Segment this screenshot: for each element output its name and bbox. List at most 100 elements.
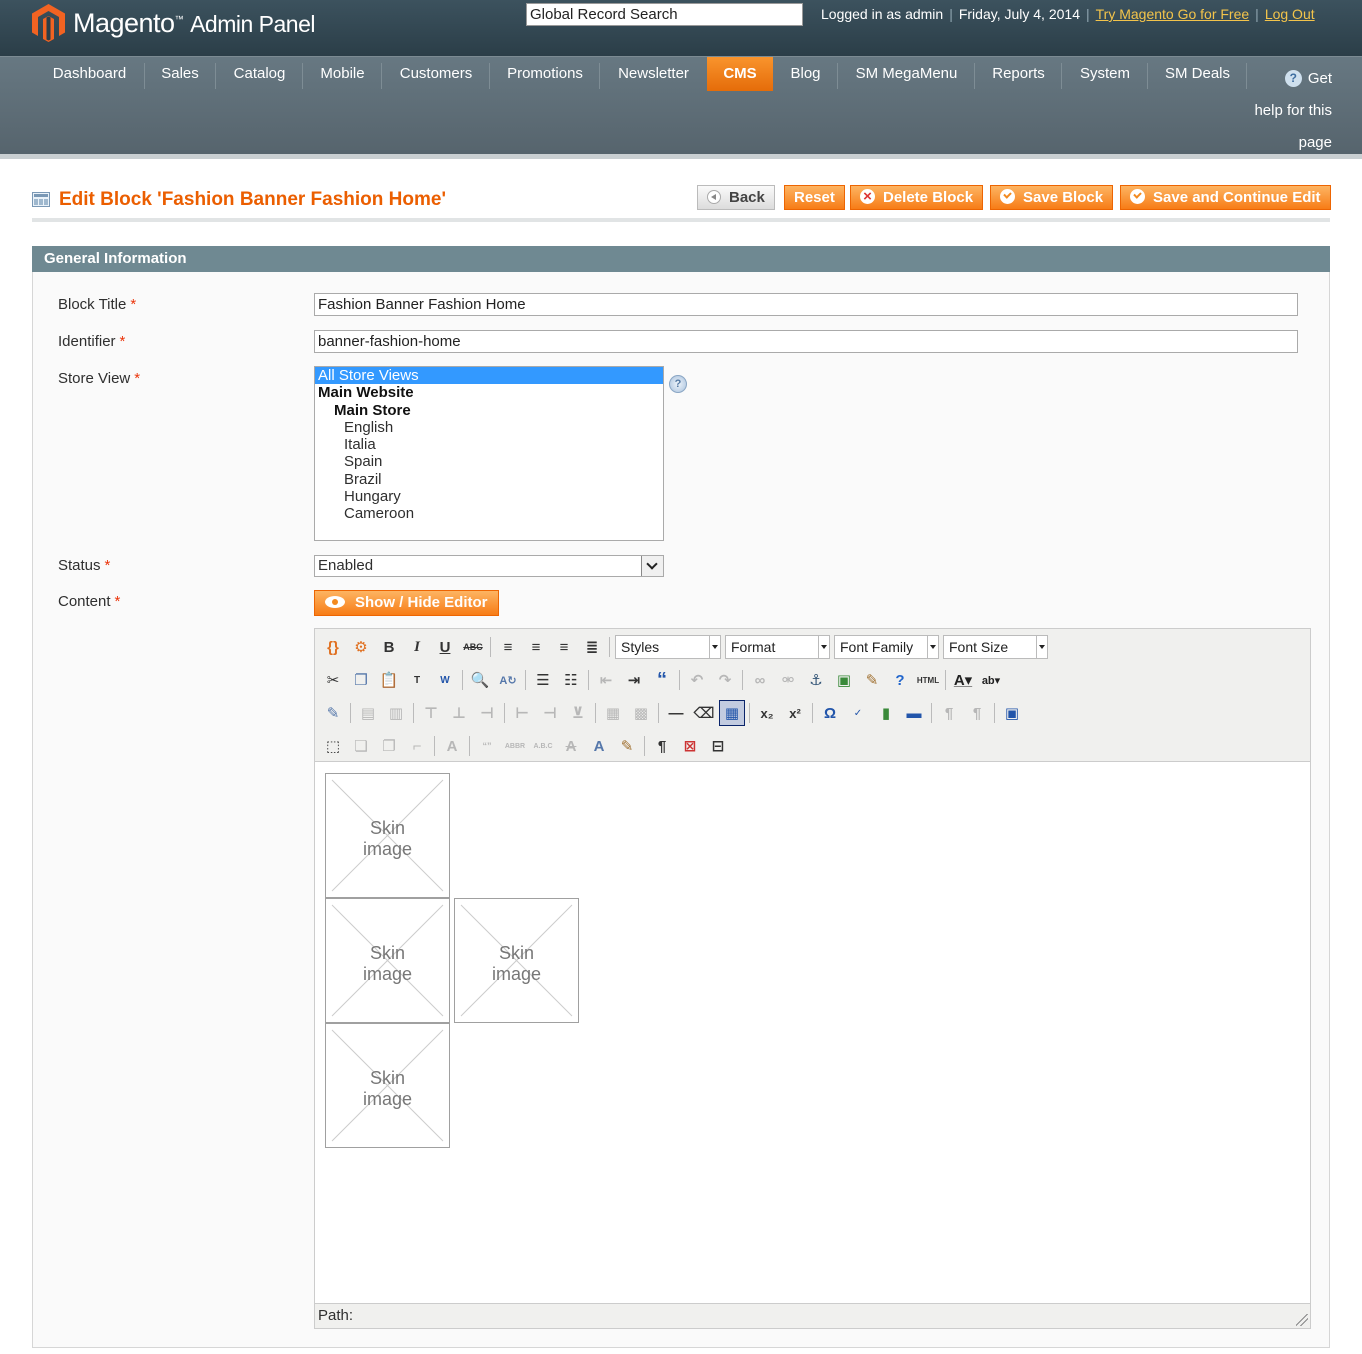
move-backward-icon[interactable]: ❐ [376, 733, 402, 759]
paste-text-icon[interactable]: T [404, 667, 430, 693]
attributes-icon[interactable]: ✎ [614, 733, 640, 759]
strikethrough-icon[interactable]: ABC [460, 634, 486, 660]
numbered-list-icon[interactable]: ☷ [558, 667, 584, 693]
help-link[interactable]: ? Get help for this page [1246, 63, 1332, 159]
media-icon[interactable]: ▮ [873, 700, 899, 726]
insert-col-before-icon[interactable]: ⊢ [509, 700, 535, 726]
undo-icon[interactable]: ↶ [684, 667, 710, 693]
cite-icon[interactable]: “” [474, 733, 500, 759]
indent-icon[interactable]: ⇥ [621, 667, 647, 693]
nav-promotions[interactable]: Promotions [491, 57, 599, 91]
acronym-icon[interactable]: A.B.C [530, 733, 556, 759]
text-color-icon[interactable]: A▾ [950, 667, 976, 693]
fullscreen-icon[interactable]: ▣ [999, 700, 1025, 726]
nav-reports[interactable]: Reports [976, 57, 1061, 91]
nav-sales[interactable]: Sales [146, 57, 214, 91]
blockquote-icon[interactable]: “ [649, 667, 675, 693]
skin-image-placeholder[interactable]: Skin image [325, 1023, 450, 1148]
superscript-icon[interactable]: x² [782, 700, 808, 726]
insert-layer-box-icon[interactable]: ⬚ [320, 733, 346, 759]
bold-icon[interactable]: B [376, 634, 402, 660]
font-family-dropdown[interactable]: Font Family [834, 635, 939, 659]
align-center-icon[interactable]: ≡ [523, 634, 549, 660]
underline-icon[interactable]: U [432, 634, 458, 660]
nav-blog[interactable]: Blog [774, 57, 837, 91]
align-right-icon[interactable]: ≡ [551, 634, 577, 660]
visual-chars-icon[interactable]: ¶ [649, 733, 675, 759]
skin-image-placeholder[interactable]: Skin image [454, 898, 579, 1023]
store-option-spain[interactable]: Spain [315, 453, 663, 470]
insert-row-after-icon[interactable]: ⊥ [446, 700, 472, 726]
font-size-dropdown[interactable]: Font Size [943, 635, 1048, 659]
nav-customers[interactable]: Customers [383, 57, 489, 91]
absolute-position-icon[interactable]: ⌐ [404, 733, 430, 759]
try-magento-go-link[interactable]: Try Magento Go for Free [1096, 6, 1250, 22]
align-justify-icon[interactable]: ≣ [579, 634, 605, 660]
replace-icon[interactable]: A↻ [495, 667, 521, 693]
cleanup-icon[interactable]: ✎ [859, 667, 885, 693]
delete-row-icon[interactable]: ⊣ [474, 700, 500, 726]
skin-image-placeholder[interactable]: Skin image [325, 898, 450, 1023]
nav-cms[interactable]: CMS [707, 57, 773, 91]
table-props-icon[interactable]: ✎ [320, 700, 346, 726]
ins-icon[interactable]: A [586, 733, 612, 759]
nav-sm-deals[interactable]: SM Deals [1149, 57, 1246, 91]
status-select[interactable]: Enabled [314, 555, 664, 577]
save-continue-button[interactable]: Save and Continue Edit [1120, 185, 1331, 210]
spellcheck-icon[interactable]: ✓ [845, 700, 871, 726]
italic-icon[interactable]: I [404, 634, 430, 660]
find-icon[interactable]: 🔍 [467, 667, 493, 693]
link-icon[interactable]: ∞ [747, 667, 773, 693]
store-view-multiselect[interactable]: All Store Views Main Website Main Store … [314, 366, 664, 541]
cell-props-icon[interactable]: ▥ [383, 700, 409, 726]
unlink-icon[interactable]: ⚮ [775, 667, 801, 693]
paste-icon[interactable]: 📋 [376, 667, 402, 693]
help-icon[interactable]: ? [669, 375, 687, 393]
nav-catalog[interactable]: Catalog [217, 57, 302, 91]
image-icon[interactable]: ▣ [831, 667, 857, 693]
nav-newsletter[interactable]: Newsletter [601, 57, 706, 91]
editor-content-area[interactable]: Skin image Skin image Skin image Skin image [315, 763, 1310, 1303]
delete-block-button[interactable]: Delete Block [850, 185, 984, 210]
html-source-icon[interactable]: HTML [915, 667, 941, 693]
anchor-icon[interactable]: ⚓ [803, 667, 829, 693]
global-search-input[interactable] [526, 3, 803, 26]
reset-button[interactable]: Reset [784, 185, 845, 210]
store-option-hungary[interactable]: Hungary [315, 488, 663, 505]
outdent-icon[interactable]: ⇤ [593, 667, 619, 693]
special-char-icon[interactable]: Ω [817, 700, 843, 726]
nav-dashboard[interactable]: Dashboard [36, 57, 143, 91]
bullet-list-icon[interactable]: ☰ [530, 667, 556, 693]
back-button[interactable]: Back [697, 185, 775, 210]
format-dropdown[interactable]: Format [725, 635, 830, 659]
delete-col-icon[interactable]: ⊻ [565, 700, 591, 726]
merge-cells-icon[interactable]: ▩ [628, 700, 654, 726]
style-props-icon[interactable]: A [439, 733, 465, 759]
help-icon[interactable]: ? [887, 667, 913, 693]
store-option-italia[interactable]: Italia [315, 436, 663, 453]
nav-mobile[interactable]: Mobile [304, 57, 381, 91]
align-left-icon[interactable]: ≡ [495, 634, 521, 660]
store-option-english[interactable]: English [315, 419, 663, 436]
store-option-all[interactable]: All Store Views [315, 367, 663, 385]
store-option-brazil[interactable]: Brazil [315, 471, 663, 488]
paste-word-icon[interactable]: W [432, 667, 458, 693]
nav-sm-megamenu[interactable]: SM MegaMenu [839, 57, 974, 91]
resize-handle-icon[interactable] [1296, 1314, 1308, 1326]
remove-format-icon[interactable]: ⌫ [691, 700, 717, 726]
move-forward-icon[interactable]: ❏ [348, 733, 374, 759]
subscript-icon[interactable]: x₂ [754, 700, 780, 726]
show-hide-editor-button[interactable]: Show / Hide Editor [314, 590, 499, 616]
ltr-icon[interactable]: ¶ [936, 700, 962, 726]
copy-icon[interactable]: ❐ [348, 667, 374, 693]
logout-link[interactable]: Log Out [1265, 6, 1315, 22]
abbr-icon[interactable]: ABBR [502, 733, 528, 759]
nonbreaking-icon[interactable]: ⊠ [677, 733, 703, 759]
row-props-icon[interactable]: ▤ [355, 700, 381, 726]
horizontal-rule-icon[interactable]: — [663, 700, 689, 726]
store-option-cameroon[interactable]: Cameroon [315, 505, 663, 522]
redo-icon[interactable]: ↷ [712, 667, 738, 693]
insert-variable-icon[interactable]: ⚙ [348, 634, 374, 660]
styles-dropdown[interactable]: Styles [615, 635, 721, 659]
insert-row-before-icon[interactable]: ⊤ [418, 700, 444, 726]
